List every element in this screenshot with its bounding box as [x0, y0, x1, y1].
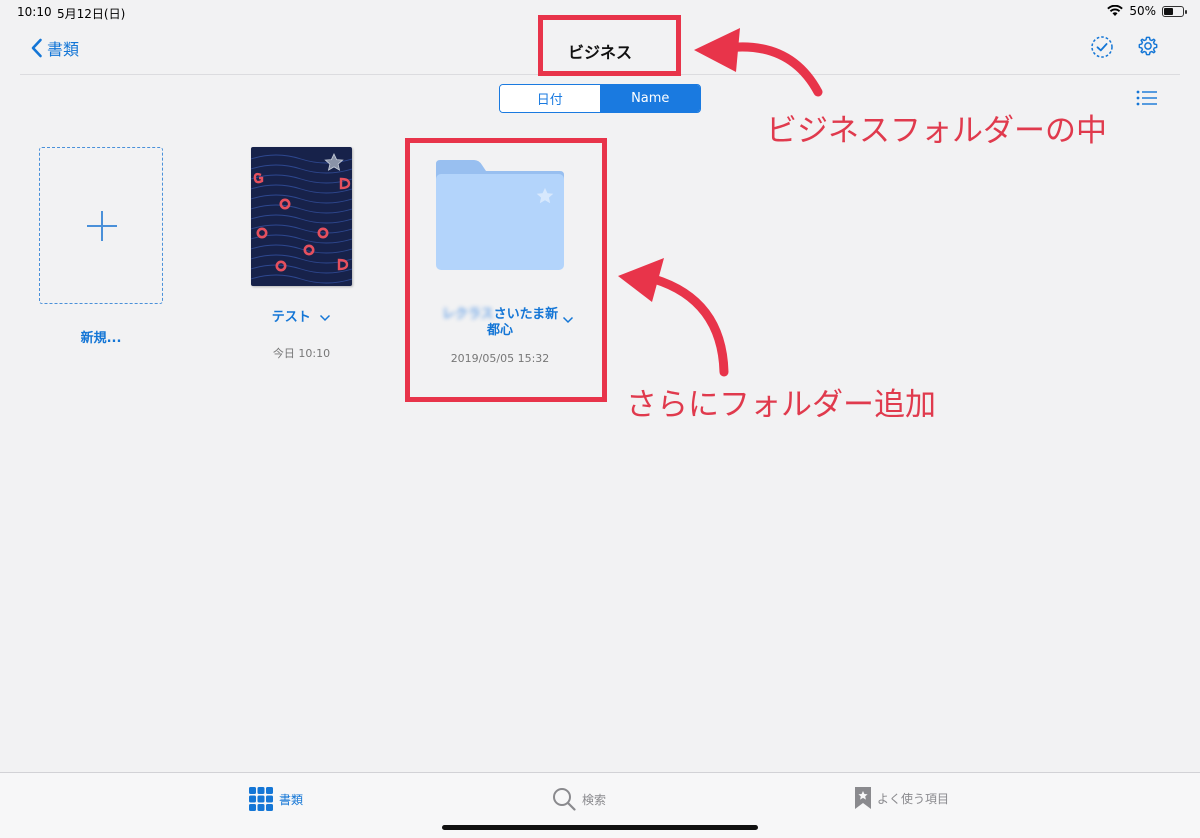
- bookmark-icon: [855, 787, 871, 809]
- tab-search-label: 検索: [582, 792, 607, 807]
- status-time: 10:10: [17, 5, 52, 19]
- title-annotation-text: ビジネスフォルダーの中: [766, 113, 1107, 149]
- list-view-icon[interactable]: [1136, 90, 1158, 106]
- document-date: 今日 10:10: [272, 347, 331, 360]
- folder-highlight-box: [405, 138, 607, 402]
- home-indicator: [442, 825, 758, 830]
- new-document-label[interactable]: 新規...: [39, 327, 163, 346]
- new-document-tile[interactable]: [39, 147, 163, 304]
- tab-documents-label: 書類: [279, 792, 304, 807]
- sort-segmented-control: 日付 Name: [499, 84, 701, 113]
- status-right: 50%: [1107, 4, 1187, 18]
- wifi-icon: [1107, 5, 1124, 16]
- battery-percent: 50%: [1129, 4, 1156, 18]
- tab-documents[interactable]: 書類: [249, 787, 303, 811]
- search-icon: [553, 788, 576, 811]
- status-date: 5月12日(日): [57, 7, 126, 21]
- tab-search[interactable]: 検索: [552, 787, 606, 811]
- document-name[interactable]: テスト: [251, 306, 352, 325]
- gear-icon[interactable]: [1137, 35, 1159, 57]
- favorite-star-icon: [324, 153, 344, 171]
- battery-icon: [1162, 5, 1187, 17]
- folder-arrow: [649, 274, 729, 377]
- document-name-label: テスト: [271, 310, 311, 325]
- folder-annotation-text: さらにフォルダー追加: [626, 387, 936, 423]
- battery-fill: [1164, 7, 1173, 15]
- sort-by-name-segment[interactable]: Name: [600, 85, 700, 112]
- plus-icon: [87, 211, 117, 241]
- tab-favorites-label: よく使う項目: [877, 791, 950, 806]
- folder-arrow-head: [618, 258, 664, 302]
- document-cover-pattern: [251, 153, 352, 284]
- sort-by-date-segment[interactable]: 日付: [500, 85, 601, 112]
- tab-favorites[interactable]: よく使う項目: [855, 787, 949, 809]
- grid-icon: [249, 787, 273, 811]
- document-thumbnail[interactable]: [251, 147, 352, 286]
- title-highlight-box: [538, 15, 681, 76]
- chevron-down-icon: [320, 314, 331, 321]
- select-check-icon[interactable]: [1090, 35, 1114, 59]
